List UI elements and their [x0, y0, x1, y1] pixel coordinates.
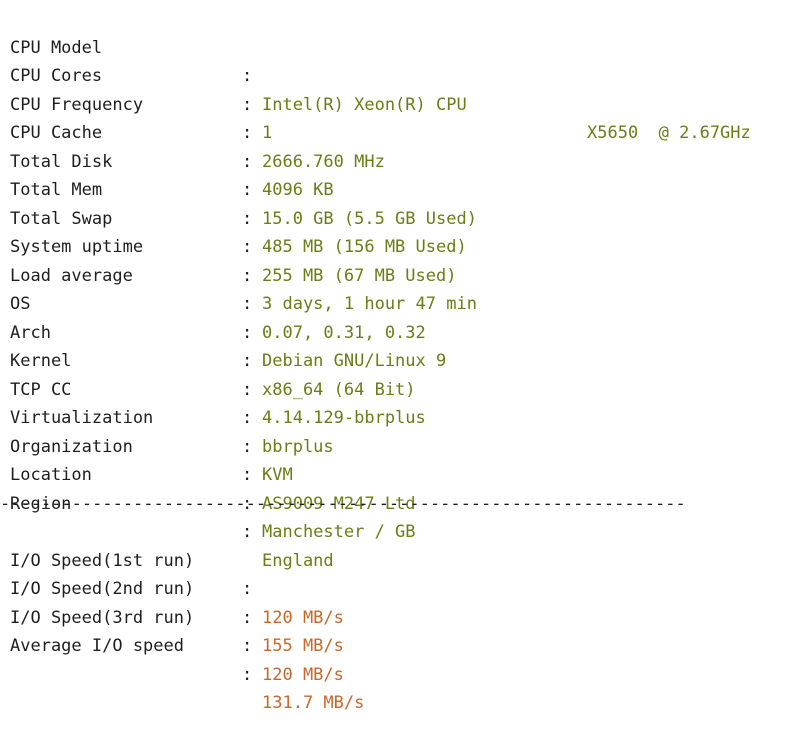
io-row-2nd-run: I/O Speed(2nd run) : 155 MB/s	[10, 547, 800, 656]
info-row-cpu-cores: CPU Cores : 1	[10, 34, 800, 143]
info-row-tcp-cc: TCP CC : bbrplus	[10, 347, 800, 457]
info-row-total-swap: Total Swap : 255 MB (67 MB Used)	[10, 176, 800, 286]
io-row-1st-run: I/O Speed(1st run) : 120 MB/s	[10, 518, 800, 628]
info-row-cpu-cache: CPU Cache : 4096 KB	[10, 91, 800, 200]
io-value: 155 MB/s	[262, 636, 344, 656]
io-row-3rd-run: I/O Speed(3rd run) : 120 MB/s	[10, 575, 800, 685]
info-row-os: OS : Debian GNU/Linux 9	[10, 262, 800, 371]
io-separator: :	[242, 636, 253, 656]
info-row-arch: Arch : x86_64 (64 Bit)	[10, 290, 800, 400]
info-row-cpu-model: CPU Model : Intel(R) Xeon(R) CPU X5650 @…	[10, 5, 800, 144]
io-separator: :	[242, 664, 253, 685]
info-row-organization: Organization : AS9009 M247 Ltd	[10, 404, 800, 514]
info-row-kernel: Kernel : 4.14.129-bbrplus	[10, 319, 800, 428]
io-value: 120 MB/s	[262, 664, 344, 685]
info-row-load-average: Load average : 0.07, 0.31, 0.32	[10, 233, 800, 343]
info-row-system-uptime: System uptime : 3 days, 1 hour 47 min	[10, 205, 800, 314]
io-value: 131.7 MB/s	[262, 693, 365, 713]
info-row-virtualization: Virtualization : KVM	[10, 376, 800, 485]
terminal-output: CPU Model : Intel(R) Xeon(R) CPU X5650 @…	[0, 5, 800, 714]
info-row-total-disk: Total Disk : 15.0 GB (5.5 GB Used)	[10, 119, 800, 229]
info-row-region: Region : England	[10, 461, 800, 571]
info-row-total-mem: Total Mem : 485 MB (156 MB Used)	[10, 148, 800, 257]
io-row-average: Average I/O speed : 131.7 MB/s	[10, 604, 800, 713]
info-row-cpu-frequency: CPU Frequency : 2666.760 MHz	[10, 62, 800, 172]
info-row-location: Location : Manchester / GB	[10, 433, 800, 542]
section-divider: ----------------------------------------…	[0, 493, 686, 514]
io-label: Average I/O speed	[10, 636, 184, 656]
